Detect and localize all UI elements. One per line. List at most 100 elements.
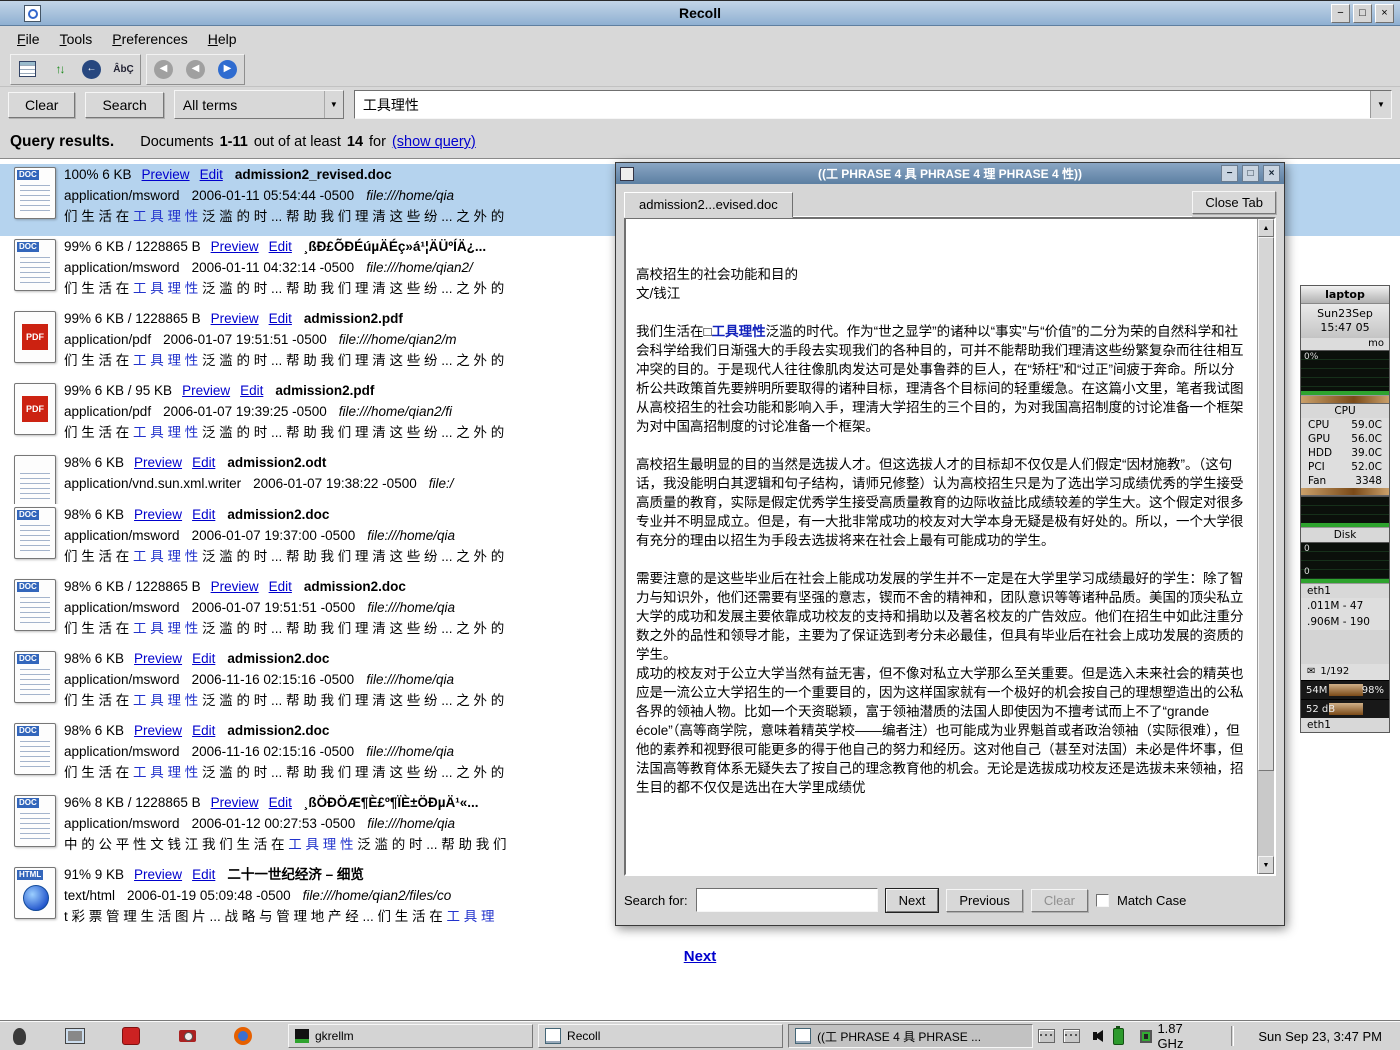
preview-link[interactable]: Preview <box>142 167 190 182</box>
result-date: 2006-11-16 02:15:16 -0500 <box>192 672 355 687</box>
first-page-button[interactable]: ◀ <box>149 57 178 82</box>
taskbar-clock[interactable]: Sun Sep 23, 3:47 PM <box>1248 1029 1392 1044</box>
footprint-launcher-icon[interactable] <box>8 1025 30 1047</box>
edit-link[interactable]: Edit <box>192 651 215 666</box>
tray-icon[interactable] <box>1063 1029 1080 1043</box>
find-next-button[interactable]: Next <box>886 889 939 912</box>
battery-icon[interactable] <box>1113 1028 1124 1045</box>
result-score-size: 99% 6 KB / 1228865 B <box>64 239 201 254</box>
edit-link[interactable]: Edit <box>240 383 263 398</box>
result-filename: admission2.doc <box>227 651 329 666</box>
scroll-up-icon[interactable]: ▲ <box>1258 219 1274 237</box>
find-clear-button[interactable]: Clear <box>1031 889 1088 912</box>
minimize-button[interactable]: − <box>1331 4 1350 23</box>
recoll-titlebar[interactable]: Recoll − □ × <box>0 0 1400 26</box>
recoll-window-icon <box>24 5 41 22</box>
close-tab-button[interactable]: Close Tab <box>1192 191 1276 214</box>
chevron-down-icon: ▼ <box>324 91 343 118</box>
preview-window-title: ((工 PHRASE 4 具 PHRASE 4 理 PHRASE 4 性)) <box>616 165 1284 182</box>
edit-link[interactable]: Edit <box>192 455 215 470</box>
clear-button[interactable]: Clear <box>8 92 75 118</box>
term-explorer-button[interactable]: ÂbÇ <box>109 57 138 82</box>
edit-link[interactable]: Edit <box>192 507 215 522</box>
preview-scrollbar[interactable]: ▲ ▼ <box>1257 219 1274 874</box>
preview-link[interactable]: Preview <box>134 867 182 882</box>
result-score-size: 98% 6 KB <box>64 723 124 738</box>
volume-meter: 52 dB <box>1301 699 1389 718</box>
menu-help[interactable]: Help <box>199 28 246 50</box>
show-query-link[interactable]: (show query) <box>392 134 476 150</box>
preview-window: ((工 PHRASE 4 具 PHRASE 4 理 PHRASE 4 性)) −… <box>615 162 1285 926</box>
preview-link[interactable]: Preview <box>211 579 259 594</box>
preview-link[interactable]: Preview <box>134 507 182 522</box>
next-page-link[interactable]: Next <box>684 948 717 965</box>
preview-link[interactable]: Preview <box>134 723 182 738</box>
match-case-label: Match Case <box>1117 893 1186 908</box>
menu-preferences[interactable]: Preferences <box>103 28 197 50</box>
menu-file[interactable]: File <box>8 28 49 50</box>
result-date: 2006-01-07 19:38:22 -0500 <box>253 476 417 491</box>
result-mimetype: application/msword <box>64 816 180 831</box>
close-button[interactable]: × <box>1375 4 1394 23</box>
speaker-icon[interactable] <box>1088 1030 1103 1042</box>
taskbar-button-recoll[interactable]: Recoll <box>538 1024 783 1048</box>
edit-link[interactable]: Edit <box>192 867 215 882</box>
find-previous-button[interactable]: Previous <box>946 889 1023 912</box>
preview-link[interactable]: Preview <box>211 239 259 254</box>
result-url: file:///home/qia <box>367 816 455 831</box>
result-date: 2006-11-16 02:15:16 -0500 <box>192 744 355 759</box>
preview-titlebar[interactable]: ((工 PHRASE 4 具 PHRASE 4 理 PHRASE 4 性)) −… <box>616 163 1284 184</box>
taskbar-button-gkrellm[interactable]: gkrellm <box>288 1024 533 1048</box>
preview-close-button[interactable]: × <box>1263 165 1280 182</box>
edit-link[interactable]: Edit <box>269 311 292 326</box>
cpu-frequency-indicator: 1.87 GHz <box>1132 1021 1216 1050</box>
red-app-launcher-icon[interactable] <box>120 1025 142 1047</box>
history-button[interactable]: ← <box>77 57 106 82</box>
sort-button[interactable]: ↑↓ <box>45 57 74 82</box>
taskbar-button-preview[interactable]: ((工 PHRASE 4 具 PHRASE ... <box>788 1024 1033 1048</box>
preview-tab[interactable]: admission2...evised.doc <box>624 192 793 218</box>
menu-tools[interactable]: Tools <box>51 28 102 50</box>
query-history-arrow-icon[interactable]: ▼ <box>1370 91 1391 118</box>
result-url: file:///home/qia <box>367 528 455 543</box>
preview-maximize-button[interactable]: □ <box>1242 165 1259 182</box>
display-launcher-icon[interactable] <box>64 1025 86 1047</box>
table-view-button[interactable] <box>13 57 42 82</box>
document-paragraph: 我们生活在□工具理性泛滥的时代。作为“世之显学”的诸种以“事实”与“价值”的二分… <box>636 322 1247 436</box>
next-page-button[interactable]: ▶ <box>213 57 242 82</box>
spell-icon: ÂbÇ <box>113 64 134 75</box>
edit-link[interactable]: Edit <box>192 723 215 738</box>
sensor-row: PCI52.0C <box>1301 460 1389 474</box>
preview-link[interactable]: Preview <box>182 383 230 398</box>
query-input[interactable] <box>355 97 1370 113</box>
firefox-launcher-icon[interactable] <box>232 1025 254 1047</box>
result-mimetype: application/pdf <box>64 404 151 419</box>
preview-link[interactable]: Preview <box>211 311 259 326</box>
prev-page-button[interactable]: ◀ <box>181 57 210 82</box>
preview-link[interactable]: Preview <box>211 795 259 810</box>
search-mode-select[interactable]: All terms ▼ <box>174 90 344 119</box>
disk-header: Disk <box>1301 528 1389 542</box>
preview-minimize-button[interactable]: − <box>1221 165 1238 182</box>
scrollbar-thumb[interactable] <box>1258 237 1274 771</box>
edit-link[interactable]: Edit <box>269 795 292 810</box>
preview-link[interactable]: Preview <box>134 651 182 666</box>
preview-link[interactable]: Preview <box>134 455 182 470</box>
result-range: 1-11 <box>220 134 248 150</box>
search-button[interactable]: Search <box>85 92 163 118</box>
find-input[interactable] <box>696 888 878 912</box>
mail-icon: ✉ <box>1307 665 1315 679</box>
gkrellm-hostname: laptop <box>1301 286 1389 304</box>
scroll-down-icon[interactable]: ▼ <box>1258 856 1274 874</box>
maximize-button[interactable]: □ <box>1353 4 1372 23</box>
query-results-title: Query results. <box>10 133 114 151</box>
camera-launcher-icon[interactable] <box>176 1025 198 1047</box>
match-case-checkbox[interactable] <box>1096 894 1109 907</box>
edit-link[interactable]: Edit <box>269 239 292 254</box>
edit-link[interactable]: Edit <box>269 579 292 594</box>
result-score-size: 98% 6 KB <box>64 455 124 470</box>
edit-link[interactable]: Edit <box>200 167 223 182</box>
keyboard-tray-icon[interactable] <box>1038 1029 1055 1043</box>
result-date: 2006-01-11 05:54:44 -0500 <box>192 188 355 203</box>
result-mimetype: text/html <box>64 888 115 903</box>
